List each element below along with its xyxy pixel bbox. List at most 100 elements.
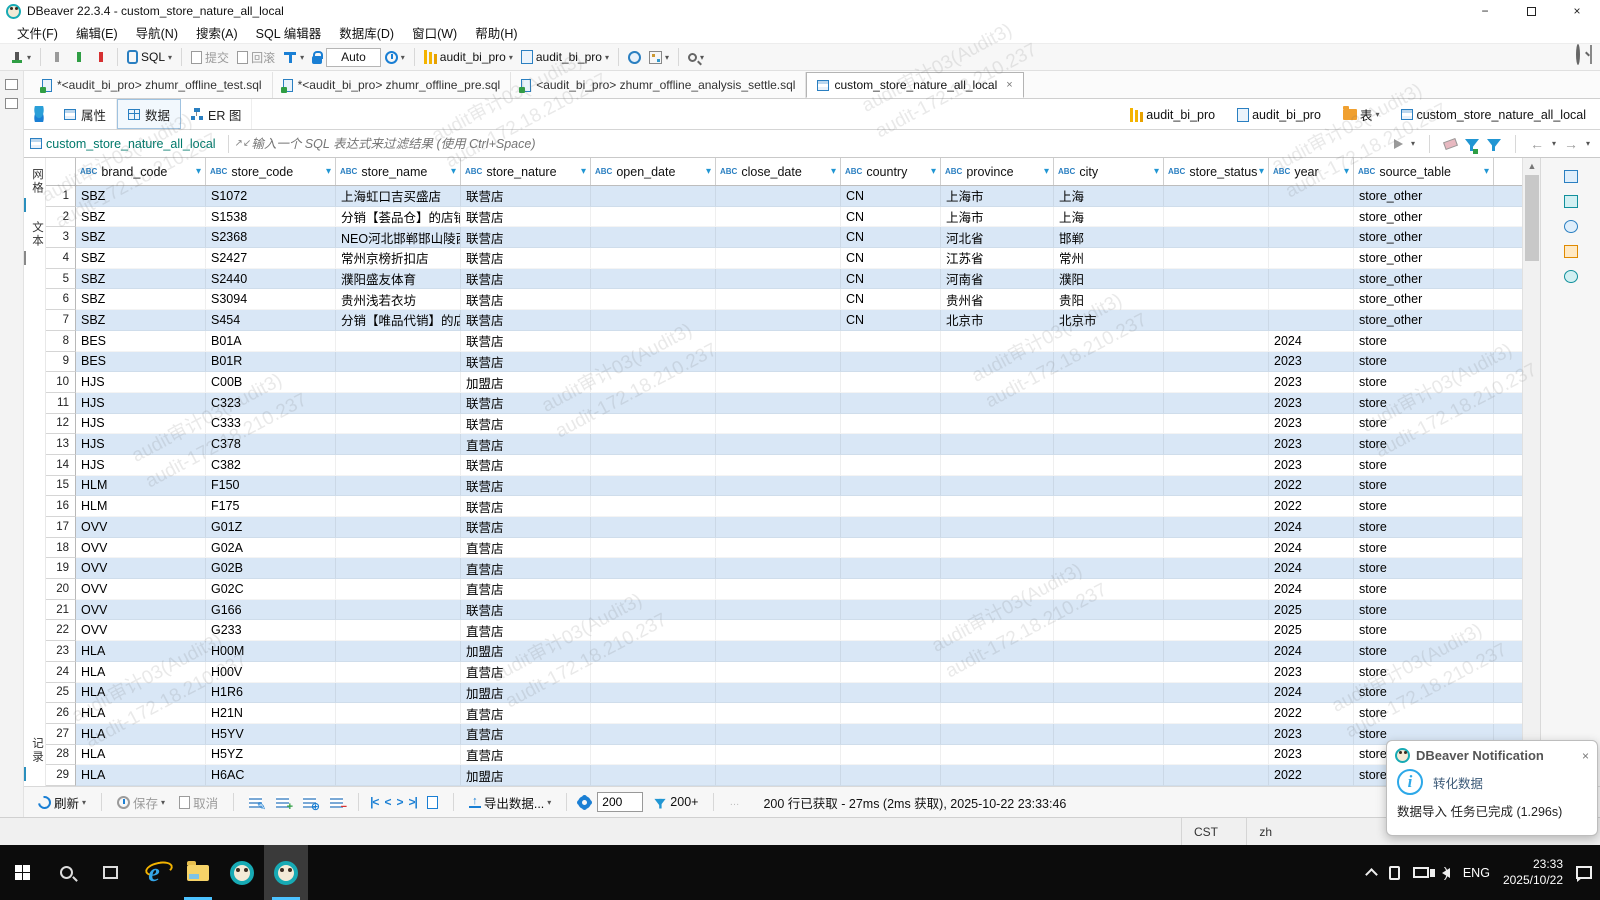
cell[interactable]: 2025 [1269,600,1354,621]
cell[interactable]: HJS [76,393,206,414]
first-row-button[interactable]: |< [370,795,378,809]
column-header-country[interactable]: ABCcountry▾ [841,158,941,185]
taskbar-search-button[interactable] [44,845,88,900]
view-tab-er[interactable]: ER 图 [181,99,252,129]
column-filter-icon[interactable]: ▾ [1044,166,1049,177]
cell[interactable] [336,372,461,393]
cell[interactable] [591,641,716,662]
cell[interactable] [591,207,716,228]
row-number[interactable]: 21 [46,600,76,621]
column-filter-icon[interactable]: ▾ [581,166,586,177]
cell[interactable] [1054,765,1164,786]
menu-item[interactable]: 窗口(W) [403,21,466,44]
cell[interactable] [1054,745,1164,766]
ie-taskbar-button[interactable]: e [132,845,176,900]
cell[interactable] [716,352,841,373]
view-tab-data[interactable]: 数据 [117,99,181,129]
cell[interactable]: 2024 [1269,517,1354,538]
cell[interactable] [336,703,461,724]
cell[interactable] [336,558,461,579]
column-header-store_name[interactable]: ABCstore_name▾ [336,158,461,185]
reconnect-button[interactable] [68,48,90,66]
cell[interactable] [336,352,461,373]
cell[interactable] [1164,227,1269,248]
lock-button[interactable] [308,49,326,66]
cell[interactable]: store [1354,372,1494,393]
cell[interactable] [716,600,841,621]
cell[interactable] [841,558,941,579]
cell[interactable]: HLA [76,724,206,745]
edit-row-button[interactable]: ✎ [245,794,266,810]
cell[interactable]: 联营店 [461,269,591,290]
cell[interactable]: 联营店 [461,352,591,373]
panel-icon[interactable] [1564,195,1578,208]
cell[interactable]: 联营店 [461,289,591,310]
cell[interactable]: H5YV [206,724,336,745]
menu-item[interactable]: 数据库(D) [330,21,403,44]
row-number[interactable]: 29 [46,765,76,786]
cell[interactable]: HLA [76,683,206,704]
cell[interactable]: store [1354,703,1494,724]
cell[interactable] [1269,207,1354,228]
cell[interactable] [716,703,841,724]
cell[interactable] [716,517,841,538]
cell[interactable] [591,683,716,704]
speaker-icon[interactable] [1442,868,1450,878]
editor-tab[interactable]: <audit_bi_pro> zhumr_offline_analysis_se… [511,72,806,98]
cell[interactable] [1164,289,1269,310]
cell[interactable] [716,724,841,745]
cell[interactable]: 濮阳盛友体育 [336,269,461,290]
forward-icon[interactable]: → [1564,136,1578,152]
schema-selector[interactable]: audit_bi_pro▾ [517,48,613,66]
cell[interactable] [591,476,716,497]
column-header-province[interactable]: ABCprovince▾ [941,158,1054,185]
cell[interactable] [941,434,1054,455]
cell[interactable] [591,724,716,745]
cell[interactable] [1054,703,1164,724]
cell[interactable]: store [1354,662,1494,683]
cell[interactable]: 联营店 [461,517,591,538]
cell[interactable] [1164,538,1269,559]
cell[interactable] [336,745,461,766]
row-number[interactable]: 12 [46,414,76,435]
cell[interactable] [941,393,1054,414]
cell[interactable]: B01R [206,352,336,373]
input-language[interactable]: ENG [1463,866,1490,880]
clear-filter-icon[interactable] [1443,138,1458,150]
cell[interactable] [1054,724,1164,745]
filter-input[interactable] [251,137,1394,151]
cell[interactable] [336,579,461,600]
cell[interactable] [591,414,716,435]
cell[interactable]: 2024 [1269,538,1354,559]
cell[interactable]: 濮阳 [1054,269,1164,290]
cell[interactable]: 上海市 [941,186,1054,207]
cell[interactable] [716,310,841,331]
cell[interactable]: CN [841,186,941,207]
restore-view-icon[interactable] [5,79,18,90]
column-header-open_date[interactable]: ABCopen_date▾ [591,158,716,185]
cell[interactable] [1054,331,1164,352]
menu-item[interactable]: 导航(N) [127,21,187,44]
quick-search-button[interactable] [1576,46,1580,64]
column-filter-icon[interactable]: ▾ [326,166,331,177]
cell[interactable]: 加盟店 [461,641,591,662]
column-header-brand_code[interactable]: ABCbrand_code▾ [76,158,206,185]
column-header-store_status[interactable]: ABCstore_status▾ [1164,158,1269,185]
grid-view-tab[interactable]: 网格 [24,168,45,195]
row-number[interactable]: 16 [46,496,76,517]
cell[interactable] [716,476,841,497]
cell[interactable]: S2368 [206,227,336,248]
cell[interactable] [941,641,1054,662]
usb-icon[interactable] [1389,866,1400,880]
cell[interactable] [1054,517,1164,538]
scrollbar-thumb[interactable] [1525,175,1539,261]
start-button[interactable] [0,845,44,900]
cell[interactable]: 直营店 [461,558,591,579]
cell[interactable] [941,724,1054,745]
cell[interactable] [591,579,716,600]
tray-expand-icon[interactable] [1365,868,1378,881]
cell[interactable]: H5YZ [206,745,336,766]
settings-gear-icon[interactable] [578,796,591,809]
cell[interactable] [336,414,461,435]
cell[interactable] [1164,517,1269,538]
